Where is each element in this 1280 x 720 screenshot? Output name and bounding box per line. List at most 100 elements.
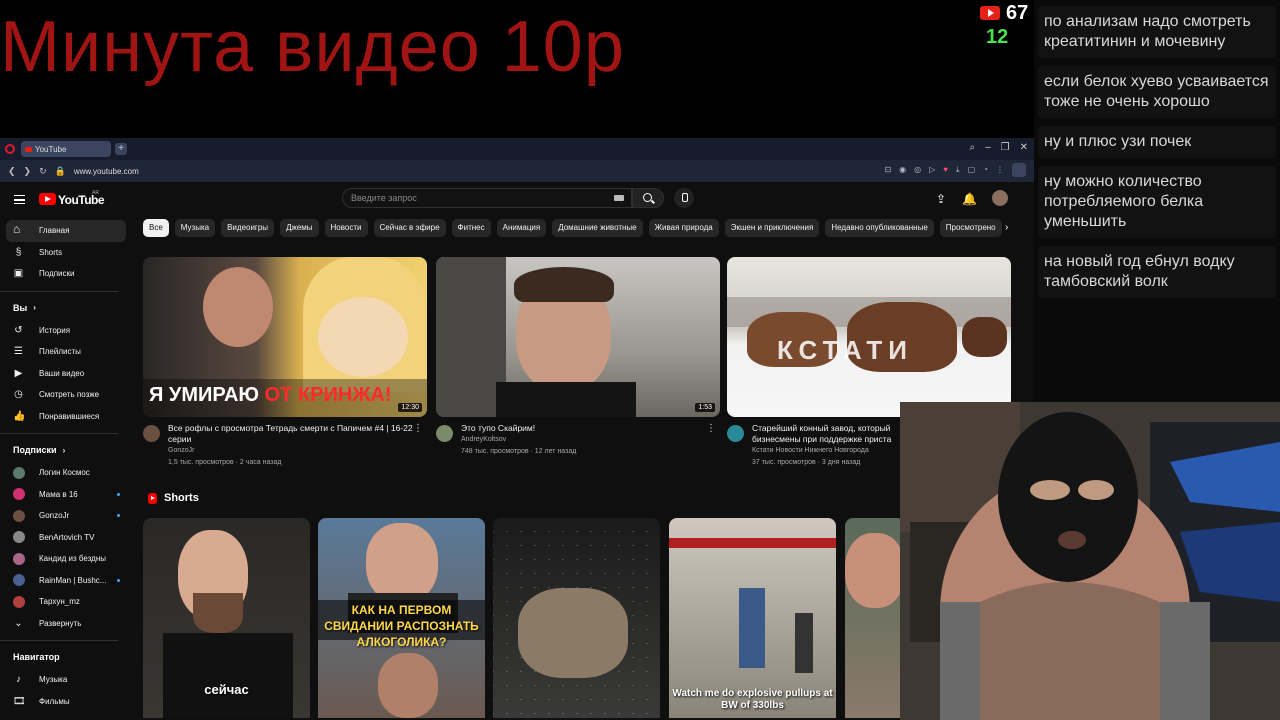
video-card[interactable]: 1:53 Это тупо Скайрим! AndreyKoltsov 748…: [436, 257, 720, 473]
short-card[interactable]: [845, 518, 905, 718]
tab-search-icon[interactable]: ⌕: [969, 142, 975, 153]
chip-filter[interactable]: Новости: [324, 219, 368, 237]
sidebar-subscription-item[interactable]: RainMan | Bushc...: [0, 570, 132, 592]
profile-icon[interactable]: ◔: [983, 165, 988, 177]
close-icon[interactable]: ✕: [1020, 142, 1028, 153]
sidebar-expand-button[interactable]: ⌄ Развернуть: [0, 613, 132, 635]
chip-filter[interactable]: Фитнес: [451, 219, 491, 237]
sidebar-item-music[interactable]: ♪ Музыка: [0, 669, 132, 691]
channel-avatar[interactable]: [143, 425, 160, 442]
account-avatar[interactable]: [992, 190, 1008, 206]
download-icon[interactable]: ⤓: [956, 165, 960, 177]
channel-name[interactable]: GonzoJr: [168, 447, 194, 454]
sidebar-item-label: Тархун_mz: [39, 597, 80, 607]
sidebar-item-label: BenArtovich TV: [39, 532, 95, 542]
chip-filter[interactable]: Недавно опубликованные: [825, 219, 934, 237]
extension-icon[interactable]: ⊡: [884, 165, 891, 177]
sidebar-subscription-item[interactable]: Тархун_mz: [0, 591, 132, 613]
box-icon[interactable]: ▢: [968, 165, 976, 177]
channel-name[interactable]: AndreyKoltsov: [461, 436, 506, 443]
sidebar-item-label: История: [39, 325, 71, 335]
extensions-button[interactable]: [1012, 163, 1026, 177]
thumbs-up-icon: 👍: [13, 410, 26, 422]
video-card[interactable]: Я УМИРАЮ ОТ КРИНЖА! 12:30 Все рофлы с пр…: [143, 257, 427, 473]
sidebar-item-history[interactable]: ↺ История: [0, 320, 132, 342]
keyboard-icon[interactable]: [614, 195, 624, 201]
back-icon[interactable]: ❮: [8, 166, 16, 177]
sidebar-section-subscriptions[interactable]: Подписки ›: [0, 438, 132, 462]
sidebar-item-shorts[interactable]: § Shorts: [0, 242, 132, 264]
sidebar-subscription-item[interactable]: Кандид из бездны: [0, 548, 132, 570]
sidebar-item-label: Фильмы: [39, 696, 70, 706]
history-icon: ↺: [14, 324, 23, 336]
webcam-image: [900, 402, 1280, 720]
forward-icon[interactable]: ❯: [24, 166, 32, 177]
upload-icon[interactable]: ⇪: [936, 192, 946, 206]
chip-filter[interactable]: Живая природа: [648, 219, 719, 237]
channel-name[interactable]: Кстати Новости Нижнего Новгорода: [752, 447, 869, 454]
chip-filter[interactable]: Все: [143, 219, 169, 237]
chip-filter[interactable]: Музыка: [174, 219, 216, 237]
sidebar-item-movies[interactable]: 🎞 Фильмы: [0, 691, 132, 713]
video-thumbnail[interactable]: КСТАТИ: [727, 257, 1011, 417]
restore-icon[interactable]: ❐: [1001, 142, 1010, 153]
youtube-logo-icon[interactable]: [39, 193, 56, 205]
sidebar-subscription-item[interactable]: BenArtovich TV: [0, 527, 132, 549]
chip-filter[interactable]: Видеоигры: [221, 219, 275, 237]
channel-avatar[interactable]: [727, 425, 744, 442]
short-card[interactable]: Watch me do explosive pullups at BW of 3…: [669, 518, 836, 718]
chevron-right-icon[interactable]: ›: [1005, 222, 1008, 233]
search-input[interactable]: Введите запрос: [342, 188, 632, 208]
minimize-icon[interactable]: –: [985, 142, 991, 153]
shield-icon[interactable]: ◎: [914, 165, 921, 177]
new-content-dot-icon: [117, 578, 120, 582]
more-options-icon[interactable]: ⋮: [413, 423, 423, 434]
sidebar-item-liked[interactable]: 👍 Понравившиеся: [0, 406, 132, 428]
video-stats: 37 тыс. просмотров · 3 дня назад: [752, 459, 861, 466]
search-button[interactable]: [632, 188, 664, 208]
sidebar-item-home[interactable]: Главная: [6, 220, 126, 242]
address-bar: ❮ ❯ ↻ 🔒 www.youtube.com ⊡ ◉ ◎ ▷ ♥ ⤓ ▢ ◔ …: [0, 160, 1034, 182]
short-thumbnail-face: [366, 523, 438, 603]
heart-icon[interactable]: ♥: [943, 165, 948, 177]
video-title[interactable]: Старейший конный завод, который бизнесме…: [752, 423, 902, 445]
chip-filter[interactable]: Экшен и приключения: [724, 219, 820, 237]
short-card[interactable]: КАК НА ПЕРВОМ СВИДАНИИ РАСПОЗНАТЬ АЛКОГО…: [318, 518, 485, 718]
tab-youtube[interactable]: YouTube: [21, 141, 111, 157]
sidebar-subscription-item[interactable]: GonzoJr: [0, 505, 132, 527]
play-icon[interactable]: ▷: [929, 165, 935, 177]
chip-filter[interactable]: Сейчас в эфире: [373, 219, 446, 237]
sidebar-item-subscriptions[interactable]: ▣ Подписки: [0, 263, 132, 285]
opera-logo-icon[interactable]: [5, 144, 15, 154]
video-title[interactable]: Это тупо Скайрим!: [461, 423, 711, 434]
short-card[interactable]: сейчас: [143, 518, 310, 718]
chip-filter[interactable]: Просмотрено: [939, 219, 1002, 237]
sidebar-item-label: Подписки: [39, 269, 75, 279]
notifications-icon[interactable]: 🔔: [962, 192, 977, 206]
sidebar-subscription-item[interactable]: Логин Космос: [0, 462, 132, 484]
chip-filter[interactable]: Домашние животные: [552, 219, 643, 237]
voice-search-button[interactable]: [674, 188, 694, 208]
more-options-icon[interactable]: ⋮: [706, 423, 716, 434]
chip-filter[interactable]: Анимация: [496, 219, 547, 237]
thumbnail-caption-red: ОТ КРИНЖА!: [264, 384, 392, 406]
reload-icon[interactable]: ↻: [39, 166, 47, 177]
short-card[interactable]: [493, 518, 660, 718]
menu-icon[interactable]: [14, 195, 25, 204]
menu-dots-icon[interactable]: ⋮: [996, 165, 1004, 177]
camera-icon[interactable]: ◉: [899, 165, 906, 177]
video-thumbnail[interactable]: Я УМИРАЮ ОТ КРИНЖА! 12:30: [143, 257, 427, 417]
url-text[interactable]: www.youtube.com: [74, 167, 139, 176]
channel-avatar[interactable]: [436, 425, 453, 442]
sidebar-item-your-videos[interactable]: ▶ Ваши видео: [0, 363, 132, 385]
new-tab-button[interactable]: +: [115, 143, 127, 155]
shorts-section-header: Shorts: [148, 492, 199, 504]
sidebar-item-watch-later[interactable]: ◷ Смотреть позже: [0, 384, 132, 406]
divider: [0, 290, 118, 292]
sidebar-section-you[interactable]: Вы ›: [0, 296, 132, 320]
sidebar-subscription-item[interactable]: Мама в 16: [0, 484, 132, 506]
chip-filter[interactable]: Джемы: [280, 219, 319, 237]
video-title[interactable]: Все рофлы с просмотра Тетрадь смерти с П…: [168, 423, 418, 445]
video-thumbnail[interactable]: 1:53: [436, 257, 720, 417]
sidebar-item-playlists[interactable]: ☰ Плейлисты: [0, 341, 132, 363]
